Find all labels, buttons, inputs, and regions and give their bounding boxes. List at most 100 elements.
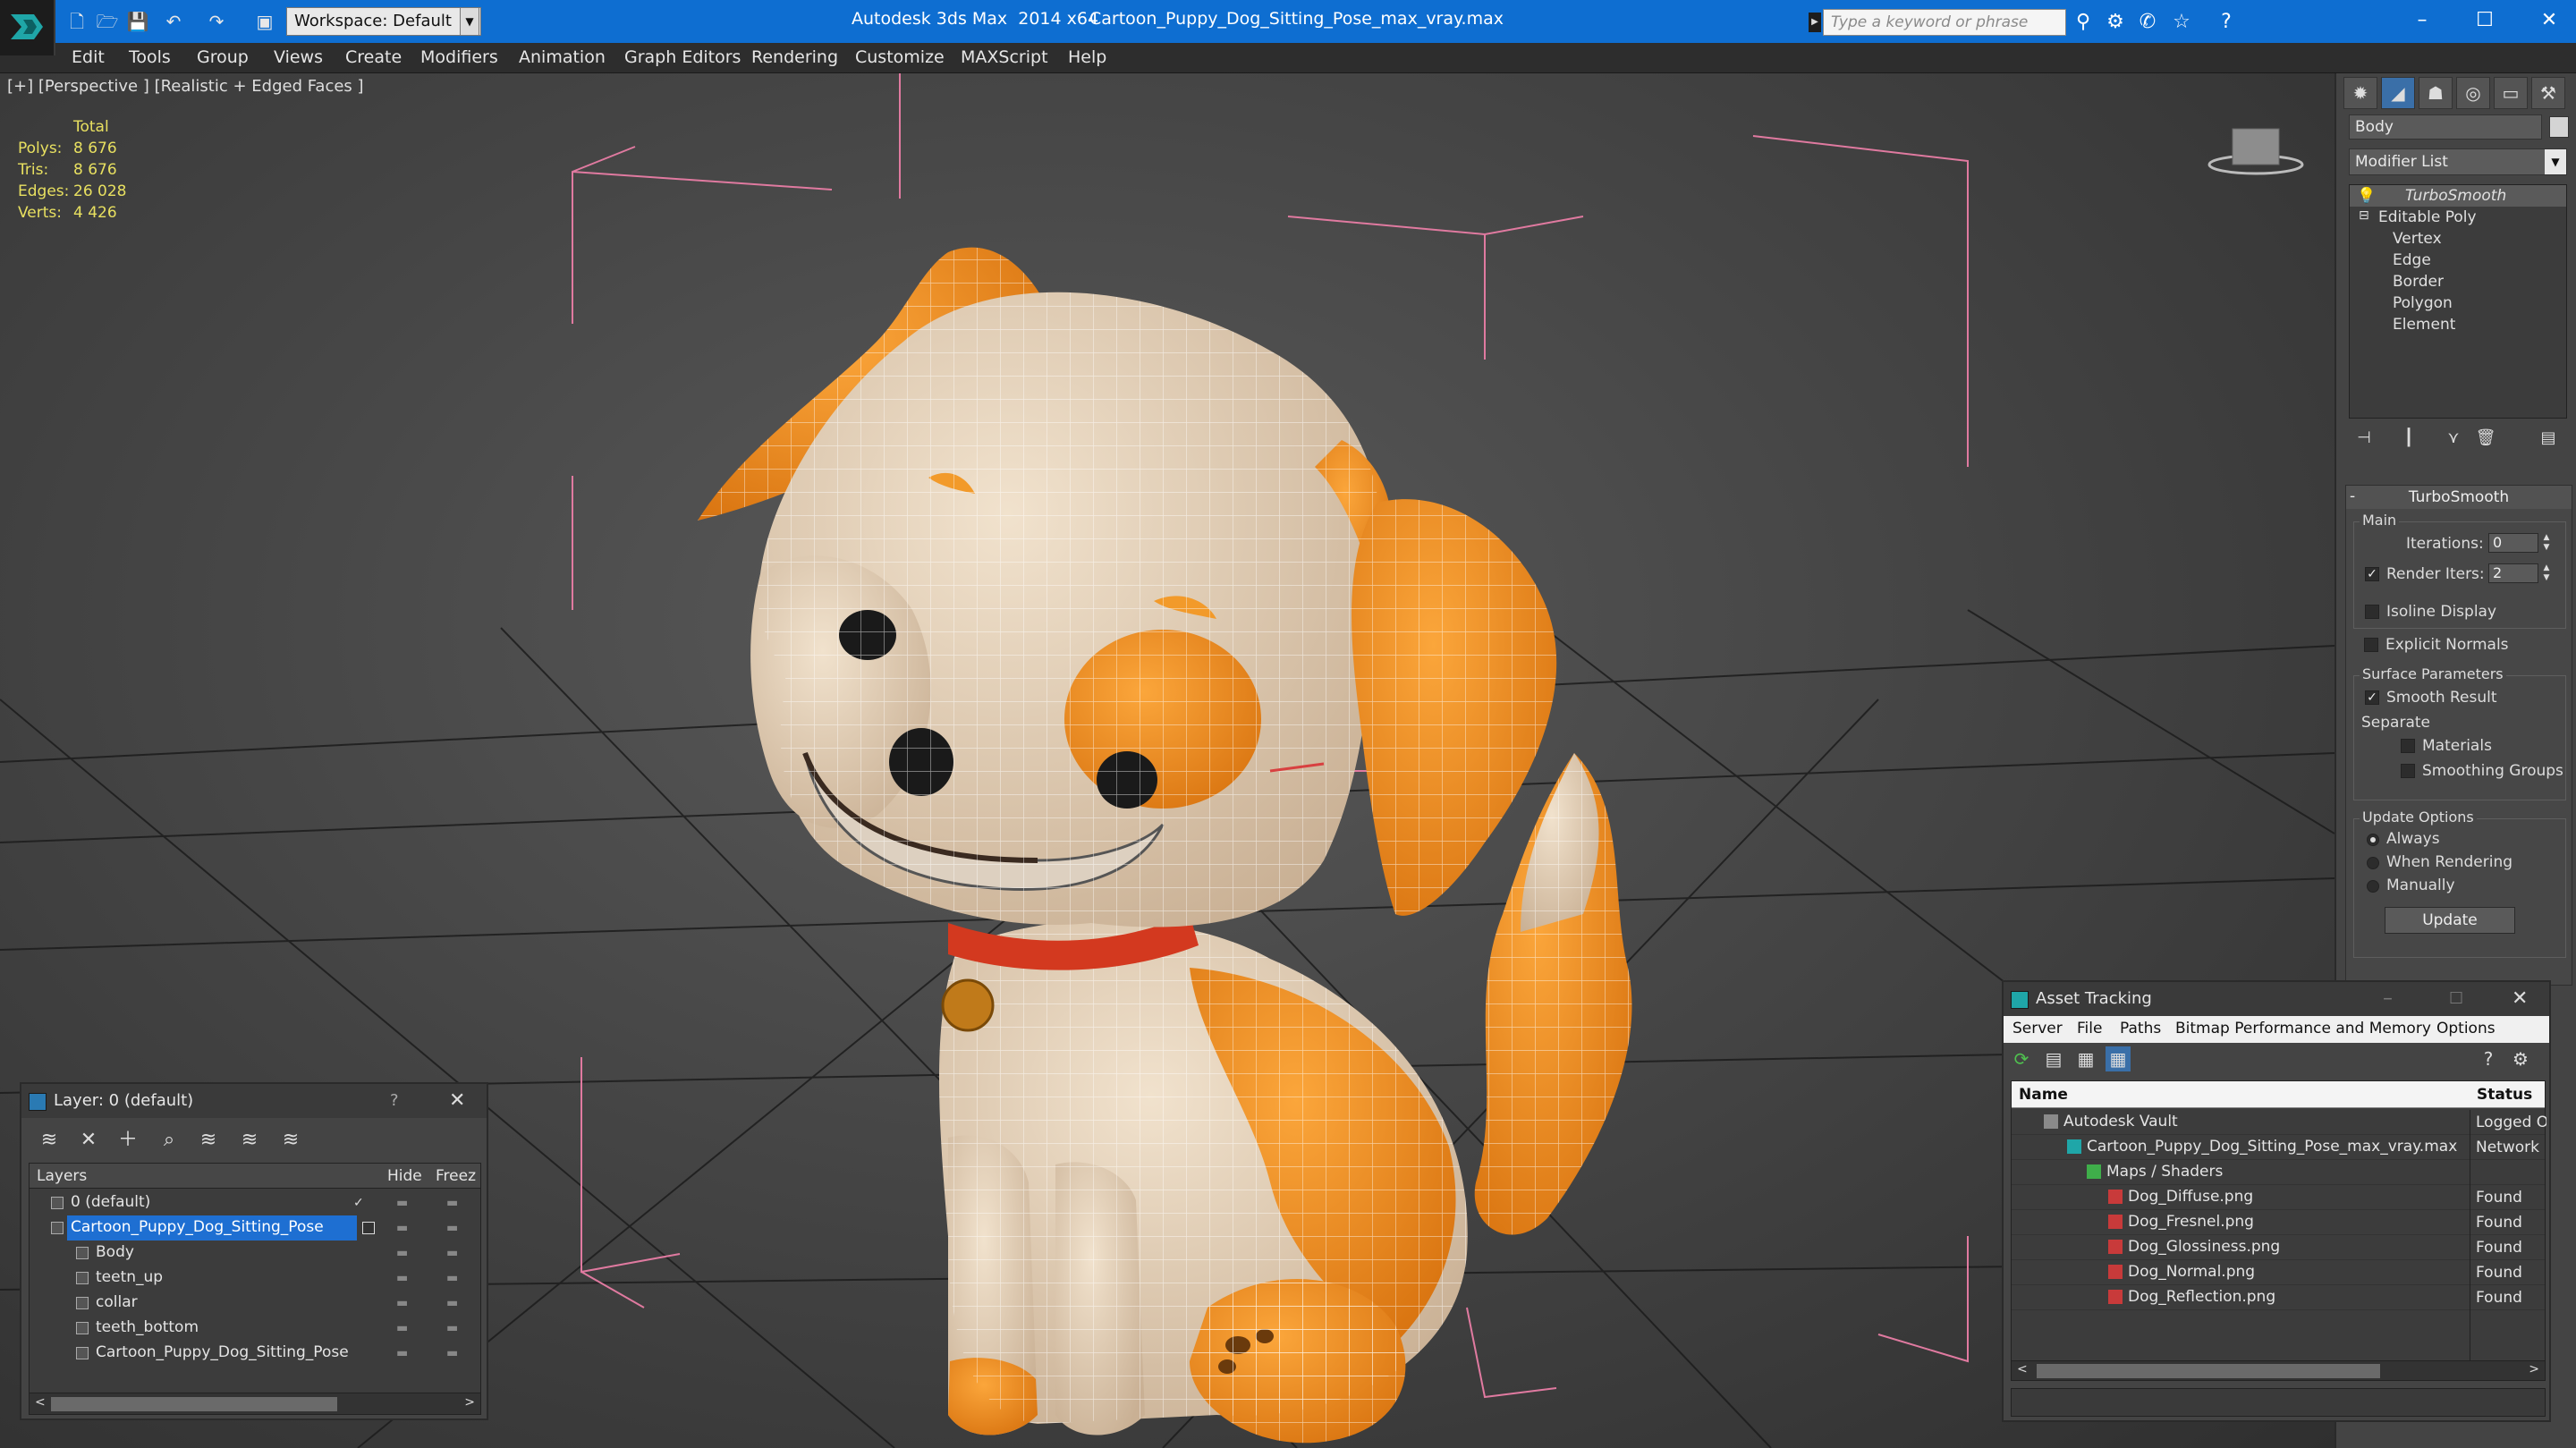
asset-row[interactable]: Dog_Fresnel.png Found	[2012, 1210, 2545, 1235]
asset-row[interactable]: Dog_Diffuse.png Found	[2012, 1185, 2545, 1210]
set-current-layer-icon[interactable]	[362, 1222, 375, 1234]
stack-item-edge[interactable]: Edge	[2393, 251, 2431, 269]
freeze-toggle[interactable]: ▬	[446, 1341, 458, 1366]
scrollbar-thumb[interactable]	[51, 1397, 337, 1411]
layer-row[interactable]: teetn_up ▬ ▬	[30, 1266, 480, 1291]
freeze-toggle[interactable]: ▬	[446, 1266, 458, 1291]
maximize-icon[interactable]: ☐	[2449, 982, 2463, 1016]
freeze-toggle[interactable]: ▬	[446, 1241, 458, 1266]
help-icon[interactable]: ?	[2476, 1046, 2501, 1071]
menu-graph-editors[interactable]: Graph Editors	[624, 47, 741, 67]
lightbulb-icon[interactable]: 💡	[2357, 187, 2376, 205]
freeze-toggle[interactable]: ▬	[446, 1291, 458, 1316]
scroll-left-icon[interactable]: <	[2017, 1362, 2028, 1376]
layer-row[interactable]: collar ▬ ▬	[30, 1291, 480, 1316]
modify-tab-icon[interactable]: ◢	[2381, 77, 2415, 109]
hide-toggle[interactable]: ▬	[396, 1190, 408, 1215]
settings-icon[interactable]: ⚙	[2508, 1046, 2533, 1071]
manually-radio[interactable]	[2367, 880, 2379, 893]
render-iters-checkbox[interactable]: ✓	[2365, 567, 2379, 581]
menu-views[interactable]: Views	[274, 47, 323, 67]
column-name[interactable]: Name	[2019, 1086, 2068, 1104]
app-logo[interactable]	[0, 0, 55, 55]
new-layer-icon[interactable]: ＋	[113, 1125, 143, 1156]
scrollbar-thumb[interactable]	[2037, 1364, 2380, 1378]
object-color-swatch[interactable]	[2549, 116, 2569, 138]
viewport-label[interactable]: [+] [Perspective ] [Realistic + Edged Fa…	[7, 77, 364, 96]
collapse-icon[interactable]: -	[2350, 487, 2355, 505]
favorites-star-icon[interactable]: ☆	[2168, 9, 2195, 36]
menu-create[interactable]: Create	[345, 47, 402, 67]
close-icon[interactable]: ✕	[2529, 5, 2569, 36]
layers-horizontal-scrollbar[interactable]: < >	[30, 1393, 480, 1414]
help-icon[interactable]: ?	[2213, 9, 2240, 36]
workspace-chevron-down-icon[interactable]: ▼	[460, 7, 479, 36]
layer-row[interactable]: 0 (default) ✓ ▬ ▬	[30, 1190, 480, 1215]
table-view-icon[interactable]: ▦	[2073, 1046, 2098, 1071]
pin-stack-icon[interactable]: ⊣	[2351, 426, 2377, 451]
show-end-result-icon[interactable]: ┃	[2395, 426, 2422, 451]
menu-file[interactable]: File	[2077, 1020, 2102, 1037]
freeze-toggle[interactable]: ▬	[446, 1215, 458, 1241]
select-in-layer-icon[interactable]: ⌕	[154, 1125, 184, 1156]
asset-path-field[interactable]	[2011, 1388, 2546, 1417]
menu-group[interactable]: Group	[197, 47, 249, 67]
make-unique-icon[interactable]: ⋎	[2440, 426, 2467, 451]
column-layers[interactable]: Layers	[37, 1167, 87, 1185]
stack-item-element[interactable]: Element	[2393, 316, 2455, 334]
menu-tools[interactable]: Tools	[129, 47, 171, 67]
binoculars-icon[interactable]: ⚲	[2070, 9, 2097, 36]
layer-settings-icon[interactable]: ≋	[275, 1125, 306, 1156]
search-input[interactable]: Type a keyword or phrase	[1823, 9, 2066, 36]
hide-toggle[interactable]: ▬	[396, 1341, 408, 1366]
minimize-icon[interactable]: –	[2402, 5, 2442, 36]
close-icon[interactable]: ✕	[449, 1084, 465, 1118]
iterations-spinner[interactable]: 0	[2488, 533, 2538, 553]
asset-tracking-title-bar[interactable]: Asset Tracking – ☐ ✕	[2004, 982, 2549, 1016]
workspace-dropdown[interactable]: Workspace: Default	[286, 7, 481, 36]
stack-item-editable-poly[interactable]: Editable Poly	[2378, 208, 2477, 226]
highlight-selected-icon[interactable]: ≋	[193, 1125, 224, 1156]
object-name-field[interactable]: Body	[2349, 114, 2542, 140]
isoline-display-checkbox[interactable]	[2365, 605, 2379, 619]
asset-row[interactable]: Dog_Normal.png Found	[2012, 1260, 2545, 1285]
grid-view-icon[interactable]: ▦	[2106, 1046, 2131, 1071]
column-freeze[interactable]: Freez	[436, 1167, 476, 1185]
render-iters-spinner[interactable]: 2	[2488, 563, 2538, 583]
menu-maxscript[interactable]: MAXScript	[961, 47, 1048, 67]
asset-horizontal-scrollbar[interactable]: < >	[2012, 1360, 2545, 1380]
stack-item-turbosmooth[interactable]: TurboSmooth	[2405, 187, 2506, 205]
freeze-toggle[interactable]: ▬	[446, 1316, 458, 1341]
stack-item-vertex[interactable]: Vertex	[2393, 230, 2442, 248]
layer-row[interactable]: Cartoon_Puppy_Dog_Sitting_Pose ▬ ▬	[30, 1341, 480, 1366]
update-button[interactable]: Update	[2385, 907, 2515, 934]
hide-toggle[interactable]: ▬	[396, 1316, 408, 1341]
display-tab-icon[interactable]: ▭	[2494, 77, 2528, 109]
hide-toggle[interactable]: ▬	[396, 1241, 408, 1266]
delete-layer-icon[interactable]: ✕	[73, 1125, 104, 1156]
freeze-toggle[interactable]: ▬	[446, 1190, 458, 1215]
open-file-icon[interactable]: 🗁	[95, 9, 120, 34]
column-status[interactable]: Status	[2477, 1086, 2532, 1104]
expand-icon[interactable]: ⊟	[2359, 208, 2369, 223]
subscription-icon[interactable]: ⚙	[2102, 9, 2129, 36]
turbosmooth-rollout-header[interactable]: TurboSmooth	[2346, 486, 2572, 509]
menu-rendering[interactable]: Rendering	[751, 47, 838, 67]
active-layer-check-icon[interactable]: ✓	[353, 1190, 364, 1215]
menu-animation[interactable]: Animation	[519, 47, 606, 67]
scroll-right-icon[interactable]: >	[2529, 1362, 2539, 1376]
scroll-right-icon[interactable]: >	[464, 1395, 475, 1410]
layer-panel-title-bar[interactable]: Layer: 0 (default) ? ✕	[21, 1084, 487, 1118]
asset-row[interactable]: Dog_Glossiness.png Found	[2012, 1235, 2545, 1260]
utilities-tab-icon[interactable]: ⚒	[2531, 77, 2565, 109]
search-expand-icon[interactable]: ▶	[1809, 13, 1821, 32]
hide-toggle[interactable]: ▬	[396, 1215, 408, 1241]
layer-row[interactable]: Cartoon_Puppy_Dog_Sitting_Pose ▬ ▬	[30, 1215, 480, 1241]
asset-row[interactable]: Autodesk Vault Logged O	[2012, 1110, 2546, 1135]
materials-checkbox[interactable]	[2401, 739, 2415, 753]
refresh-icon[interactable]: ⟳	[2009, 1046, 2034, 1071]
hide-toggle[interactable]: ▬	[396, 1266, 408, 1291]
redo-icon[interactable]: ↷	[204, 9, 229, 34]
asset-row[interactable]: Dog_Reflection.png Found	[2012, 1285, 2545, 1310]
close-icon[interactable]: ✕	[2512, 982, 2528, 1016]
